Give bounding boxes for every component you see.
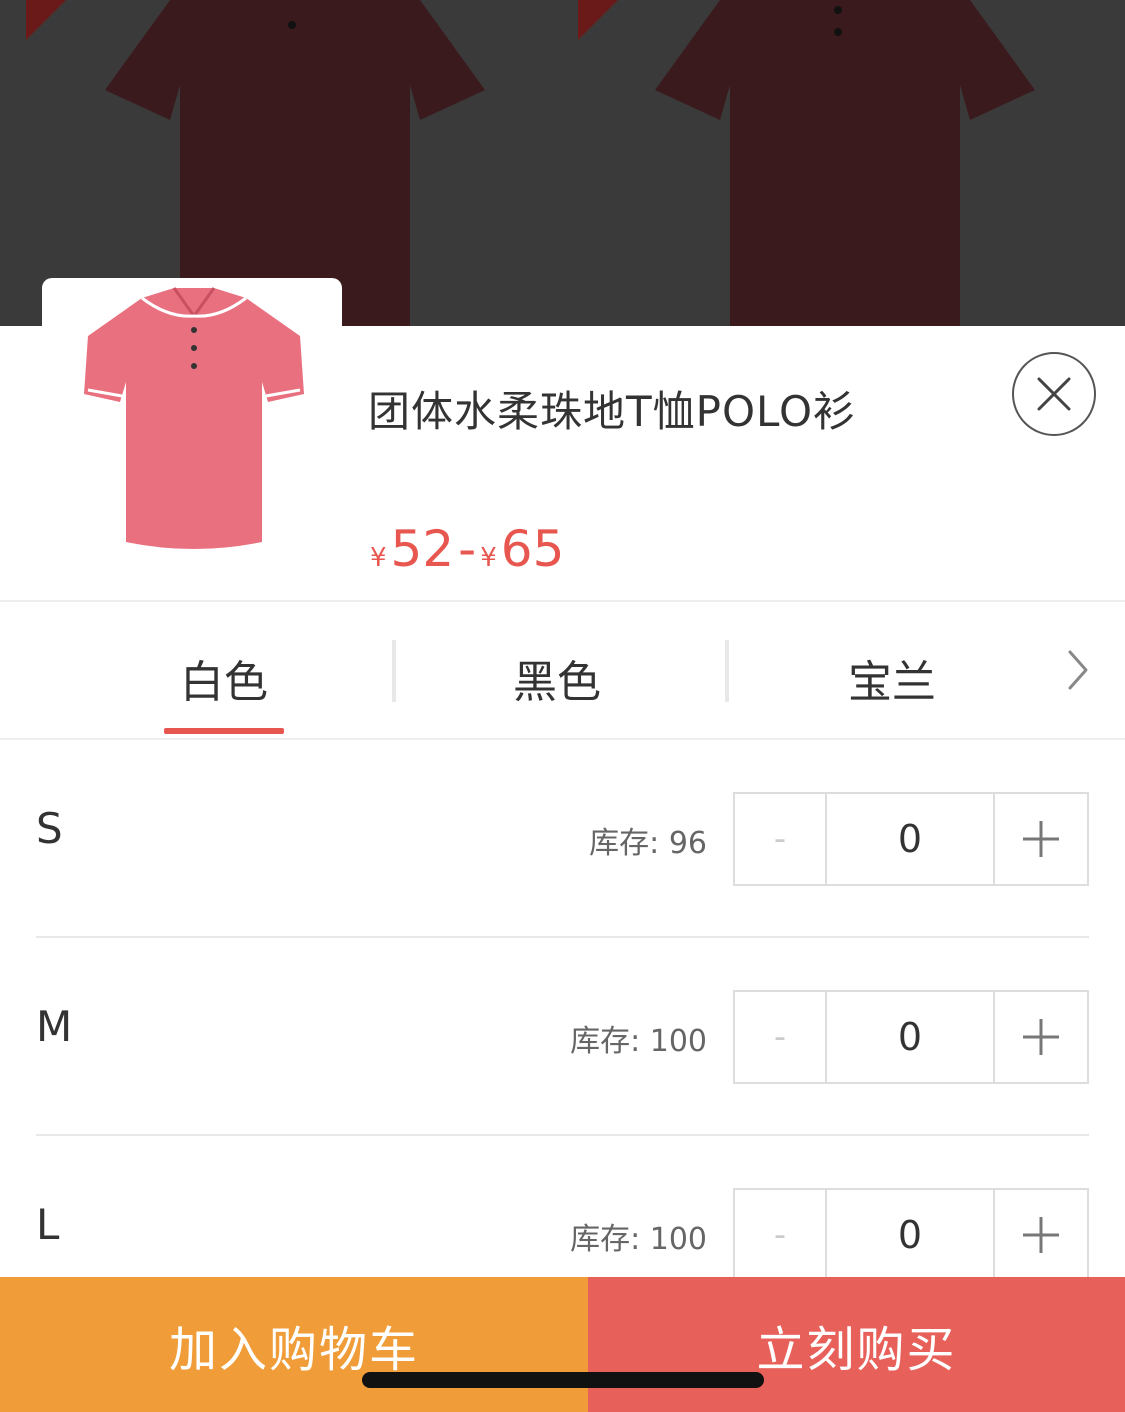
selected-tab-indicator: [164, 728, 284, 734]
increment-button[interactable]: [995, 1190, 1087, 1280]
size-row: S 库存: 96 - 0: [0, 740, 1125, 938]
tab-color-royal-blue[interactable]: 宝兰: [848, 646, 936, 710]
size-row: M 库存: 100 - 0: [0, 938, 1125, 1136]
size-label: S: [36, 804, 63, 853]
tab-separator: [725, 640, 729, 702]
add-to-cart-button[interactable]: 加入购物车: [0, 1277, 588, 1412]
buy-now-button[interactable]: 立刻购买: [588, 1277, 1125, 1412]
quantity-input[interactable]: 0: [827, 1190, 995, 1280]
home-indicator: [362, 1372, 764, 1388]
stock-count: 库存: 100: [570, 1222, 707, 1257]
close-button[interactable]: [1012, 352, 1096, 436]
currency-symbol: ¥: [480, 543, 497, 573]
price-separator: -: [458, 520, 477, 578]
price-min: 52: [390, 520, 455, 578]
tab-color-black[interactable]: 黑色: [513, 646, 601, 710]
product-thumbnail: [42, 278, 342, 578]
quantity-stepper: - 0: [733, 990, 1089, 1084]
close-icon: [1037, 377, 1071, 411]
decrement-button[interactable]: -: [735, 1190, 827, 1280]
corner-ribbon: [578, 0, 618, 40]
quantity-stepper: - 0: [733, 1188, 1089, 1282]
stock-count: 库存: 100: [570, 1024, 707, 1059]
increment-button[interactable]: [995, 794, 1087, 884]
increment-button[interactable]: [995, 992, 1087, 1082]
plus-icon: [1023, 1217, 1059, 1253]
decrement-button[interactable]: -: [735, 992, 827, 1082]
polo-shirt-image: [84, 287, 304, 549]
chevron-right-icon[interactable]: [1066, 648, 1090, 692]
price-range: ¥ 52 - ¥ 65: [370, 520, 564, 578]
tab-separator: [392, 640, 396, 702]
stock-count: 库存: 96: [589, 826, 707, 861]
size-label: L: [36, 1200, 60, 1249]
plus-icon: [1023, 1019, 1059, 1055]
quantity-input[interactable]: 0: [827, 992, 995, 1082]
quantity-stepper: - 0: [733, 792, 1089, 886]
product-title: 团体水柔珠地T恤POLO衫: [368, 387, 857, 436]
decrement-button[interactable]: -: [735, 794, 827, 884]
color-tabs: 白色 黑色 宝兰: [0, 602, 1125, 738]
tab-color-white[interactable]: 白色: [180, 646, 268, 710]
action-bar: 加入购物车 立刻购买: [0, 1277, 1125, 1412]
price-max: 65: [500, 520, 565, 578]
gallery-shirt-image: [655, 0, 1035, 326]
currency-symbol: ¥: [370, 543, 387, 573]
plus-icon: [1023, 821, 1059, 857]
quantity-input[interactable]: 0: [827, 794, 995, 884]
size-label: M: [36, 1002, 73, 1051]
corner-ribbon: [26, 0, 66, 40]
